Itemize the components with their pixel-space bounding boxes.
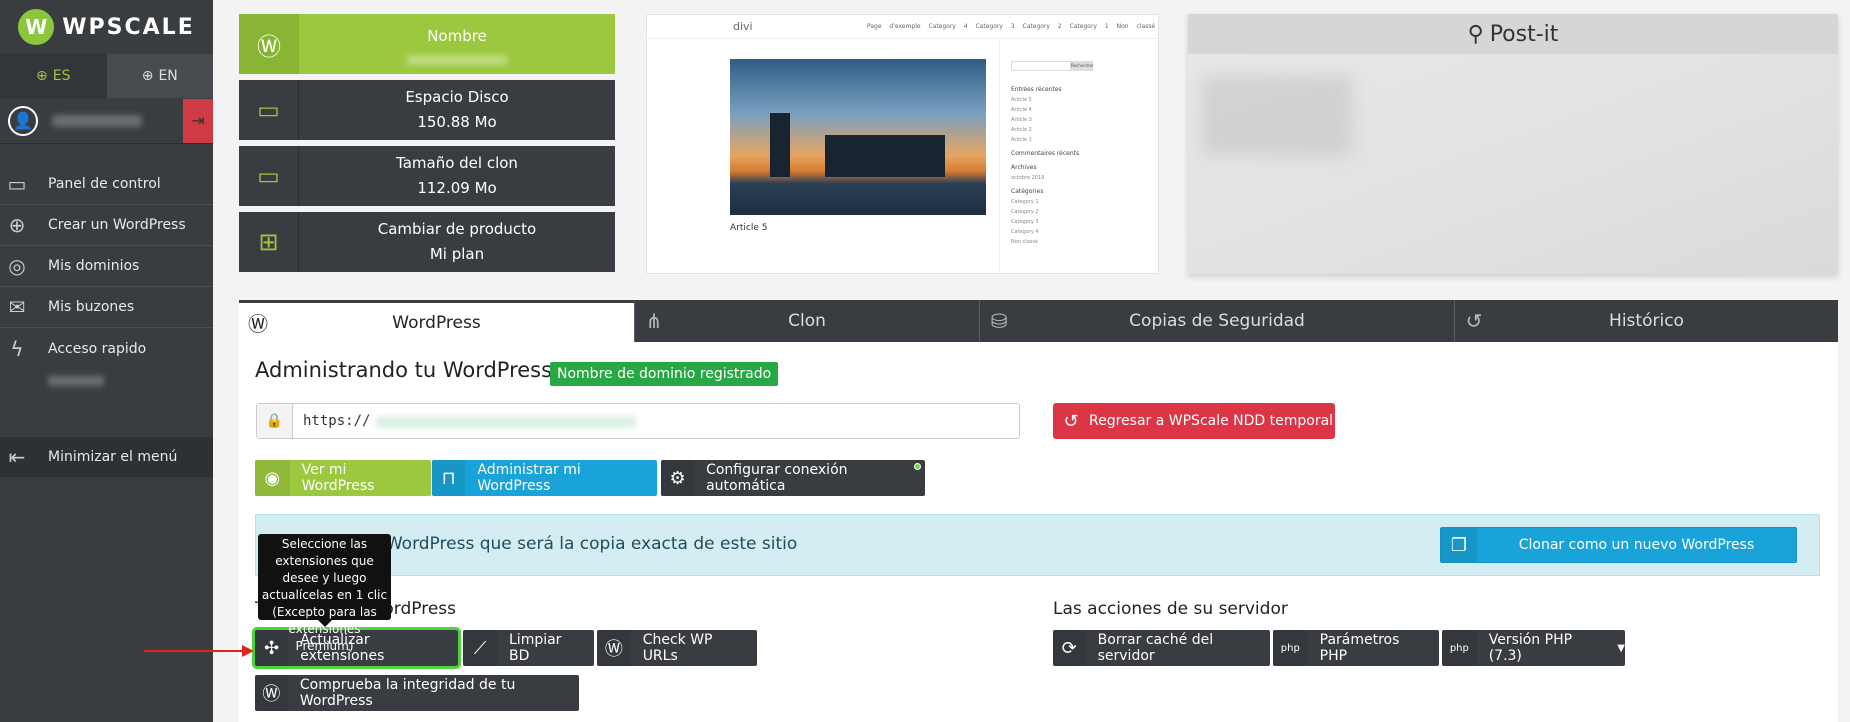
history-icon: ↺	[1063, 410, 1079, 432]
user-bar: 👤 ⇥	[0, 98, 213, 144]
monitor-icon: ▭	[7, 172, 27, 196]
preview-photo-city	[825, 135, 945, 177]
lock-icon: ⊓	[432, 460, 466, 496]
site-name-blurred	[407, 54, 507, 65]
plus-circle-icon: ⊕	[8, 213, 26, 237]
collapse-icon: ⇤	[8, 445, 26, 469]
preview-photo-tower	[770, 113, 790, 177]
tooltip-arrow	[318, 620, 332, 627]
revert-domain-button[interactable]: ↺ Regresar a WPScale NDD temporal	[1053, 403, 1335, 439]
preview-divider	[999, 39, 1000, 273]
clean-db-button[interactable]: ⟋ Limpiar BD	[463, 630, 594, 666]
postit-content-blurred	[1202, 76, 1352, 156]
eye-icon: ◉	[255, 460, 290, 496]
annotation-arrow-line	[144, 650, 244, 652]
mail-icon: ✉	[8, 295, 26, 319]
status-badge: Nombre de dominio registrado	[550, 362, 779, 386]
preview-brand: divi	[733, 20, 753, 33]
caret-down-icon: ▼	[1617, 642, 1625, 654]
plus-square-icon: ⊞	[239, 212, 299, 272]
preview-search-button: Rechercher	[1071, 61, 1094, 71]
preview-sidebar: Entrées récentes Article 5 Article 4 Art…	[1011, 86, 1080, 245]
clone-wordpress-button[interactable]: ❐ Clonar como un nuevo WordPress	[1440, 527, 1797, 563]
site-url-field[interactable]: 🔒 https://	[256, 403, 1020, 439]
tab-wordpress[interactable]: Ⓦ WordPress	[239, 300, 635, 342]
tab-bar: Ⓦ WordPress ⋔ Clon ⛁ Copias de Seguridad ↺ H…	[239, 300, 1838, 342]
broom-icon: ⟋	[463, 630, 497, 666]
card-disk-space: ▭ Espacio Disco 150.88 Mo	[239, 80, 615, 140]
php-version-dropdown[interactable]: php Versión PHP (7.3) ▼	[1442, 630, 1625, 666]
logout-button[interactable]: ⇥	[183, 98, 213, 143]
postit-note[interactable]: ⚲ Post-it	[1188, 14, 1838, 274]
puzzle-icon: ✣	[255, 630, 289, 666]
logo-icon: W	[18, 9, 55, 45]
check-urls-button[interactable]: Ⓦ Check WP URLs	[597, 630, 757, 666]
auto-login-button[interactable]: ⚙ Configurar conexión automática	[661, 460, 925, 496]
preview-post-title: Article 5	[730, 223, 768, 233]
refresh-icon: ⟳	[1053, 630, 1086, 666]
language-switcher: ⊕ ES ⊕ EN	[0, 54, 213, 98]
minimize-menu-button[interactable]: ⇤ Minimizar el menú	[0, 437, 213, 477]
gears-icon: ⚙	[661, 460, 695, 496]
logout-icon: ⇥	[191, 111, 205, 130]
wordpress-icon: Ⓦ	[255, 675, 288, 711]
quick-access-item-blurred[interactable]	[48, 376, 104, 386]
php-icon: php	[1273, 630, 1308, 666]
php-icon: php	[1442, 630, 1477, 666]
card-clone-size: ▭ Tamaño del clon 112.09 Mo	[239, 146, 615, 206]
clear-cache-button[interactable]: ⟳ Borrar caché del servidor	[1053, 630, 1270, 666]
lang-es[interactable]: ⊕ ES	[0, 54, 107, 98]
preview-post-text	[730, 237, 986, 259]
backup-icon: ⛁	[990, 309, 1008, 333]
sidebar-item-create-wordpress[interactable]: ⊕ Crear un WordPress	[0, 205, 213, 246]
brand-logo[interactable]: W WPSCALE	[0, 0, 213, 54]
copy-icon: ❐	[1441, 528, 1477, 562]
view-wordpress-button[interactable]: ◉ Ver mi WordPress	[255, 460, 431, 496]
php-params-button[interactable]: php Parámetros PHP	[1273, 630, 1439, 666]
postit-header: ⚲ Post-it	[1188, 14, 1838, 54]
sidebar-item-mailboxes[interactable]: ✉ Mis buzones	[0, 287, 213, 328]
tab-clone[interactable]: ⋔ Clon	[635, 300, 980, 342]
update-plugins-tooltip: Seleccione las extensiones que desee y l…	[258, 534, 391, 653]
admin-wordpress-button[interactable]: ⊓ Administrar mi WordPress	[432, 460, 657, 496]
url-blurred	[376, 416, 637, 428]
wordpress-icon: Ⓦ	[239, 14, 299, 74]
hard-drive-icon: ▭	[239, 80, 299, 140]
brand-name: WPSCALE	[62, 14, 195, 40]
page-title: Administrando tu WordPress	[255, 358, 553, 382]
wordpress-icon: Ⓦ	[597, 630, 631, 666]
globe-icon: ⊕	[141, 68, 154, 84]
site-preview[interactable]: divi Page d'exemple Category 4 Category …	[646, 14, 1159, 274]
lock-icon: 🔒	[257, 404, 293, 438]
postit-title: Post-it	[1489, 21, 1559, 47]
tab-backups[interactable]: ⛁ Copias de Seguridad	[980, 300, 1455, 342]
lang-en[interactable]: ⊕ EN	[106, 54, 213, 98]
tab-history[interactable]: ↺ Histórico	[1455, 300, 1838, 342]
annotation-arrow-head	[242, 645, 254, 657]
globe-icon: ◎	[8, 254, 26, 278]
server-actions-heading: Las acciones de su servidor	[1053, 599, 1288, 619]
card-name: Ⓦ Nombre	[239, 14, 615, 74]
clone-banner-text: vo WordPress que será la copia exacta de…	[360, 534, 798, 554]
sidebar-item-quick-access[interactable]: ϟ Acceso rapido	[0, 328, 213, 369]
history-icon: ↺	[1465, 309, 1483, 333]
sidebar-item-panel[interactable]: ▭ Panel de control	[0, 164, 213, 205]
status-dot	[914, 463, 921, 470]
card-change-product[interactable]: ⊞ Cambiar de producto Mi plan	[239, 212, 615, 272]
pushpin-icon: ⚲	[1467, 21, 1484, 47]
integrity-check-button[interactable]: Ⓦ Comprueba la integridad de tu WordPress	[255, 675, 579, 711]
globe-icon: ⊕	[36, 68, 48, 84]
user-avatar-icon[interactable]: 👤	[8, 105, 38, 136]
preview-menu: Page d'exemple Category 4 Category 3 Cat…	[867, 23, 1156, 30]
hard-drive-icon: ▭	[239, 146, 299, 206]
preview-search	[1011, 61, 1071, 71]
lightning-icon: ϟ	[10, 336, 24, 361]
user-name-blurred	[52, 114, 142, 127]
network-icon: ⋔	[645, 309, 663, 333]
wordpress-icon: Ⓦ	[248, 312, 268, 336]
sidebar-item-domains[interactable]: ◎ Mis dominios	[0, 246, 213, 287]
